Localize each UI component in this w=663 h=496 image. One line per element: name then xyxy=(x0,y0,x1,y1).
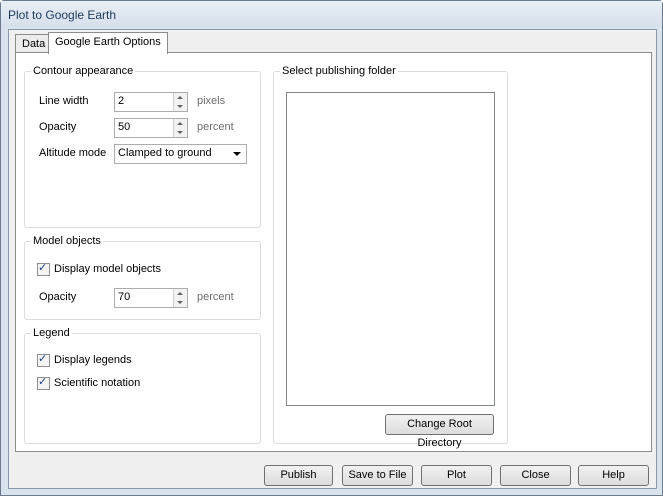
legend-group: Legend ✓ Display legends ✓ Scientific no… xyxy=(24,327,261,444)
check-icon: ✓ xyxy=(38,261,48,274)
contour-appearance-group: Contour appearance Line width 2 pixels O… xyxy=(24,65,261,228)
contour-opacity-unit: percent xyxy=(197,121,234,133)
altitude-mode-dropdown[interactable]: Clamped to ground xyxy=(114,144,247,164)
dropdown-arrow-icon[interactable] xyxy=(233,152,241,156)
change-root-directory-button[interactable]: Change Root Directory xyxy=(385,414,494,449)
spin-down-icon[interactable] xyxy=(177,131,183,134)
model-opacity-spinner[interactable]: 70 xyxy=(114,288,188,308)
publishing-folder-group: Select publishing folder Change Root Dir… xyxy=(273,65,508,449)
tab-panel-google-earth-options: Contour appearance Line width 2 pixels O… xyxy=(15,52,652,452)
check-icon: ✓ xyxy=(38,352,48,365)
close-button[interactable]: Close xyxy=(500,465,571,486)
line-width-label: Line width xyxy=(39,95,89,107)
contour-opacity-spinner[interactable]: 50 xyxy=(114,118,188,138)
contour-opacity-value: 50 xyxy=(118,121,131,133)
model-objects-group: Model objects ✓ Display model objects Op… xyxy=(24,235,261,320)
model-opacity-value: 70 xyxy=(118,291,131,303)
altitude-mode-label: Altitude mode xyxy=(39,147,107,159)
spin-up-icon[interactable] xyxy=(177,292,183,295)
tab-google-earth-options[interactable]: Google Earth Options xyxy=(48,32,168,54)
publish-button[interactable]: Publish xyxy=(264,465,333,486)
contour-appearance-title: Contour appearance xyxy=(31,65,136,77)
scientific-notation-checkbox[interactable]: ✓ xyxy=(37,375,50,390)
title-bar[interactable]: Plot to Google Earth xyxy=(1,1,662,27)
contour-opacity-label: Opacity xyxy=(39,121,77,133)
dialog-client-area: Data Google Earth Options Contour appear… xyxy=(8,29,657,489)
dialog-window: Plot to Google Earth Data Google Earth O… xyxy=(0,0,663,496)
model-opacity-spin-buttons[interactable] xyxy=(173,289,187,307)
save-to-file-button[interactable]: Save to File xyxy=(342,465,413,486)
help-button[interactable]: Help xyxy=(578,465,649,486)
tab-data[interactable]: Data xyxy=(15,34,53,53)
display-model-objects-checkbox[interactable]: ✓ xyxy=(37,261,50,276)
line-width-spinner[interactable]: 2 xyxy=(114,92,188,112)
model-opacity-label: Opacity xyxy=(39,291,77,303)
display-legends-label[interactable]: Display legends xyxy=(54,354,132,366)
altitude-mode-value: Clamped to ground xyxy=(118,147,212,159)
display-model-objects-label[interactable]: Display model objects xyxy=(54,263,161,275)
line-width-value: 2 xyxy=(118,95,125,107)
check-icon: ✓ xyxy=(38,375,48,388)
spin-up-icon[interactable] xyxy=(177,96,183,99)
publishing-folder-title: Select publishing folder xyxy=(280,65,398,77)
folder-tree-list[interactable] xyxy=(286,92,495,406)
line-width-unit: pixels xyxy=(197,95,226,107)
contour-opacity-spin-buttons[interactable] xyxy=(173,119,187,137)
scientific-notation-label[interactable]: Scientific notation xyxy=(54,377,140,389)
window-title: Plot to Google Earth xyxy=(8,8,117,22)
spin-down-icon[interactable] xyxy=(177,105,183,108)
model-objects-title: Model objects xyxy=(31,235,103,247)
spin-down-icon[interactable] xyxy=(177,301,183,304)
model-opacity-unit: percent xyxy=(197,291,234,303)
plot-button[interactable]: Plot xyxy=(421,465,492,486)
display-legends-checkbox[interactable]: ✓ xyxy=(37,352,50,367)
line-width-spin-buttons[interactable] xyxy=(173,93,187,111)
spin-up-icon[interactable] xyxy=(177,122,183,125)
legend-title: Legend xyxy=(31,327,72,339)
